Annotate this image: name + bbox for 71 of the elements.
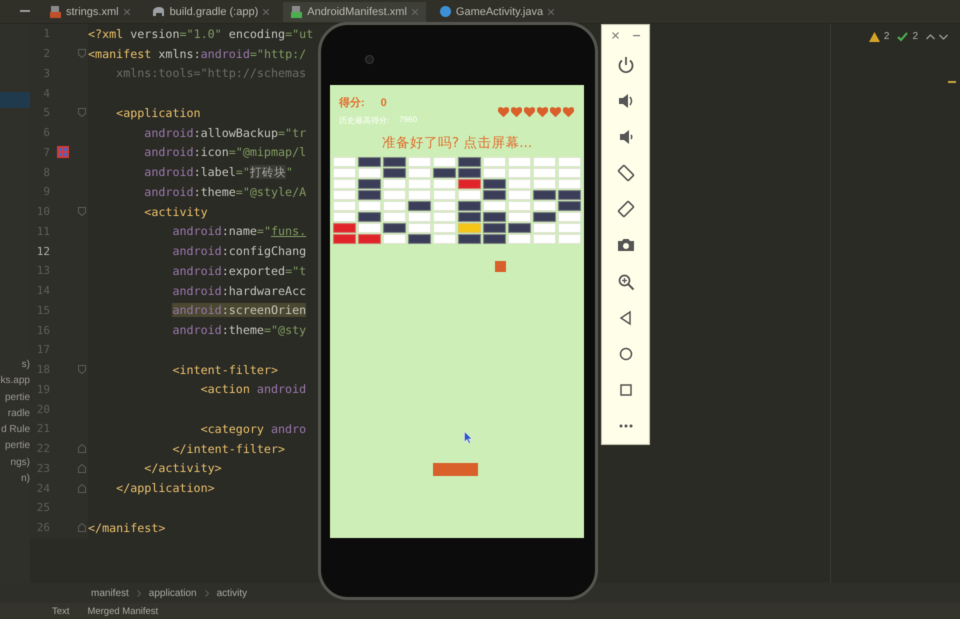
chevron-right-icon bbox=[204, 590, 209, 596]
code-line: </activity> bbox=[143, 461, 222, 476]
code-line: </application> bbox=[115, 481, 215, 496]
tree-item[interactable]: pertie bbox=[4, 438, 30, 455]
camera-lens-icon bbox=[365, 55, 374, 64]
file-icon bbox=[291, 6, 302, 18]
best-score-value: 7960 bbox=[399, 115, 418, 126]
tree-item[interactable]: ks.app bbox=[0, 373, 30, 390]
code-line: <?xml version="1.0" encoding="ut bbox=[88, 26, 314, 41]
code-line: <manifest xmlns:android="http:/ bbox=[88, 46, 306, 61]
check-icon[interactable] bbox=[897, 32, 908, 42]
file-icon bbox=[50, 6, 61, 18]
code-line: android:hardwareAcc bbox=[171, 284, 306, 298]
code-line: <activity bbox=[143, 204, 208, 219]
bottom-tab[interactable]: Merged Manifest bbox=[87, 606, 158, 616]
tree-item[interactable]: d Rule bbox=[1, 422, 30, 438]
warning-count[interactable]: 2 bbox=[884, 31, 890, 42]
editor-tab[interactable]: strings.xml bbox=[42, 2, 138, 22]
code-line: android:name="funs. bbox=[171, 224, 306, 238]
close-icon[interactable] bbox=[263, 8, 270, 14]
best-score-label: 历史最高得分: bbox=[339, 115, 390, 126]
chevron-down-icon[interactable] bbox=[939, 34, 948, 40]
code-line: android:label="打砖块" bbox=[143, 165, 293, 180]
rotate-right-icon[interactable] bbox=[616, 200, 634, 218]
code-line: android:icon="@mipmap/l bbox=[143, 145, 306, 160]
code-line: android:exported="t bbox=[171, 264, 306, 278]
minus-icon[interactable] bbox=[20, 10, 30, 13]
elephant-icon bbox=[152, 6, 165, 17]
score-value: 0 bbox=[380, 96, 387, 108]
close-icon[interactable] bbox=[612, 32, 618, 40]
code-line: android:screenOrien bbox=[171, 303, 306, 318]
row-highlight bbox=[0, 92, 30, 108]
close-icon[interactable] bbox=[124, 8, 130, 14]
code-line: android:allowBackup="tr bbox=[143, 126, 306, 140]
tree-item[interactable]: radle bbox=[8, 406, 30, 422]
editor-tab[interactable]: GameActivity.java bbox=[432, 2, 562, 22]
editor-tab[interactable]: build.gradle (:app) bbox=[144, 2, 278, 22]
breadcrumb-item[interactable]: application bbox=[148, 588, 197, 598]
code-line: <intent-filter> bbox=[171, 362, 278, 377]
chevron-right-icon bbox=[136, 590, 141, 596]
code-line: android:theme="@style/A bbox=[143, 184, 306, 199]
tree-item[interactable]: pertie bbox=[4, 390, 30, 406]
close-icon[interactable] bbox=[548, 8, 554, 14]
passed-count[interactable]: 2 bbox=[912, 31, 918, 42]
code-line: <category andro bbox=[200, 422, 306, 436]
minimize-icon[interactable] bbox=[632, 34, 640, 37]
bottom-tab[interactable]: Text bbox=[52, 606, 70, 616]
code-line: </manifest> bbox=[88, 520, 166, 535]
start-message: 准备好了吗? 点击屏幕... bbox=[380, 134, 534, 152]
code-line: android:configChang bbox=[171, 244, 306, 258]
warning-icon[interactable] bbox=[868, 32, 880, 42]
code-line: <action android bbox=[200, 382, 306, 396]
volume-up-icon[interactable] bbox=[616, 92, 634, 110]
code-line: <application bbox=[115, 106, 201, 120]
breadcrumb-item[interactable]: activity bbox=[216, 588, 248, 598]
tree-item[interactable]: ngs) bbox=[10, 454, 30, 472]
code-line: xmlns:tools="http://schemas bbox=[115, 66, 306, 80]
breadcrumb-item[interactable]: manifest bbox=[91, 588, 129, 598]
tree-item[interactable]: s) bbox=[22, 357, 30, 374]
power-icon[interactable] bbox=[616, 56, 634, 74]
code-line: </intent-filter> bbox=[171, 442, 286, 456]
line-number: 12 bbox=[36, 244, 50, 258]
zoom-icon[interactable] bbox=[616, 272, 634, 291]
editor-tab[interactable]: AndroidManifest.xml bbox=[283, 2, 426, 22]
mouse-cursor-icon bbox=[464, 431, 473, 444]
chevron-up-icon[interactable] bbox=[926, 34, 935, 40]
class-icon bbox=[440, 6, 451, 17]
score-label: 得分: bbox=[339, 96, 365, 110]
code-line: android:theme="@sty bbox=[171, 323, 306, 338]
tree-item[interactable]: n) bbox=[21, 471, 30, 488]
rotate-left-icon[interactable] bbox=[616, 164, 634, 182]
